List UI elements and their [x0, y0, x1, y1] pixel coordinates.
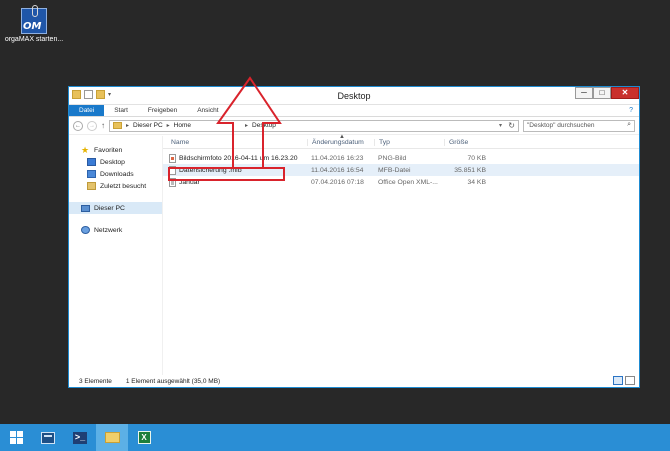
close-button[interactable]: ✕ — [611, 87, 639, 99]
chevron-right-icon: ▸ — [126, 123, 130, 129]
file-explorer-icon — [104, 432, 120, 443]
ribbon-tabs: Datei Start Freigeben Ansicht ? — [69, 105, 639, 117]
file-name: Bildschirmfoto 2016-04-11 um 16.23.20 — [179, 154, 298, 162]
title-bar: ▾ Desktop ─ □ ✕ — [69, 87, 639, 105]
item-count: 3 Elemente — [79, 377, 112, 385]
file-date: 11.04.2016 16:54 — [311, 166, 364, 174]
desktop-icon — [87, 158, 96, 166]
nav-item-label: Downloads — [100, 170, 134, 178]
status-bar: 3 Elemente 1 Element ausgewählt (35,0 MB… — [69, 375, 639, 387]
powershell-icon: >_ — [73, 431, 87, 444]
search-input[interactable]: "Desktop" durchsuchen ⌕ — [523, 119, 635, 132]
desktop-icon-orgamax[interactable]: OM orgaMAX starten... — [4, 5, 64, 43]
file-size: 35.851 KB — [454, 166, 486, 174]
taskbar: >_ X — [0, 424, 670, 451]
tab-freigeben[interactable]: Freigeben — [138, 105, 187, 116]
folder-icon — [113, 122, 122, 129]
file-type: PNG-Bild — [378, 154, 407, 162]
refresh-icon[interactable]: ↻ — [508, 121, 515, 130]
recent-places-icon — [87, 182, 96, 190]
forward-button[interactable]: → — [87, 120, 97, 131]
tab-datei[interactable]: Datei — [69, 105, 105, 116]
star-icon: ★ — [81, 145, 90, 155]
nav-favorites[interactable]: ★ Favoriten — [69, 144, 162, 156]
chevron-right-icon: ▸ — [245, 123, 249, 129]
png-file-icon — [169, 153, 176, 163]
nav-item-label: Desktop — [100, 158, 125, 166]
file-size: 34 KB — [467, 178, 486, 186]
sort-arrow-icon: ▲ — [339, 134, 345, 140]
taskbar-server-manager[interactable] — [32, 424, 64, 451]
up-button[interactable]: ↑ — [101, 121, 105, 130]
nav-network[interactable]: Netzwerk — [69, 224, 162, 236]
breadcrumb-desktop[interactable]: Desktop — [252, 122, 276, 129]
breadcrumb-home[interactable]: Home — [174, 122, 191, 129]
window-title: Desktop — [337, 91, 371, 101]
excel-icon: X — [137, 431, 151, 444]
nav-favorites-label: Favoriten — [94, 146, 123, 154]
computer-icon — [81, 204, 90, 212]
navigation-pane: ★ Favoriten Desktop Downloads Zuletzt be… — [69, 136, 163, 375]
search-icon[interactable]: ⌕ — [627, 121, 631, 129]
column-name[interactable]: Name — [163, 139, 307, 146]
file-type: MFB-Datei — [378, 166, 411, 174]
nav-item-downloads[interactable]: Downloads — [69, 168, 162, 180]
nav-item-desktop[interactable]: Desktop — [69, 156, 162, 168]
minimize-button[interactable]: ─ — [575, 87, 593, 99]
tab-start[interactable]: Start — [104, 105, 138, 116]
file-type: Office Open XML-... — [378, 178, 438, 186]
start-button[interactable] — [0, 424, 32, 451]
taskbar-file-explorer[interactable] — [96, 424, 128, 451]
taskbar-excel[interactable]: X — [128, 424, 160, 451]
help-icon[interactable]: ? — [629, 107, 633, 114]
nav-this-pc[interactable]: Dieser PC — [69, 202, 162, 214]
nav-item-label: Zuletzt besucht — [100, 182, 147, 190]
selection-info: 1 Element ausgewählt (35,0 MB) — [125, 377, 221, 385]
large-icons-view-button[interactable] — [625, 376, 635, 385]
nav-item-recent[interactable]: Zuletzt besucht — [69, 180, 162, 192]
nav-this-pc-label: Dieser PC — [94, 204, 125, 212]
taskbar-powershell[interactable]: >_ — [64, 424, 96, 451]
maximize-button[interactable]: □ — [593, 87, 611, 99]
breadcrumb-this-pc[interactable]: Dieser PC — [133, 122, 163, 129]
details-view-button[interactable] — [613, 376, 623, 385]
network-icon — [81, 226, 90, 234]
tab-ansicht[interactable]: Ansicht — [187, 105, 228, 116]
navigation-bar: ← → ↑ ▸ Dieser PC ▸ Home ▸ Desktop ▾ ↻ "… — [69, 117, 639, 135]
search-placeholder: "Desktop" durchsuchen — [527, 121, 595, 129]
address-bar[interactable]: ▸ Dieser PC ▸ Home ▸ Desktop ▾ ↻ — [109, 119, 519, 132]
server-manager-icon — [41, 431, 55, 444]
desktop-icon-label: orgaMAX starten... — [4, 36, 64, 43]
annotation-highlight-box — [168, 167, 285, 181]
windows-start-icon — [9, 431, 23, 444]
file-row[interactable]: Bildschirmfoto 2016-04-11 um 16.23.20 11… — [163, 152, 639, 164]
file-date: 07.04.2016 07:18 — [311, 178, 364, 186]
nav-network-label: Netzwerk — [94, 226, 123, 234]
column-size[interactable]: Größe — [444, 138, 486, 146]
chevron-right-icon: ▸ — [166, 123, 170, 129]
downloads-icon — [87, 170, 96, 178]
explorer-window: ▾ Desktop ─ □ ✕ Datei Start Freigeben An… — [68, 86, 640, 388]
file-date: 11.04.2016 16:23 — [311, 154, 364, 162]
column-type[interactable]: Typ — [374, 138, 444, 146]
chevron-down-icon[interactable]: ▾ — [499, 122, 502, 129]
file-size: 70 KB — [467, 154, 486, 162]
back-button[interactable]: ← — [73, 120, 83, 131]
orgamax-icon: OM — [21, 5, 47, 34]
column-headers: ▲ Name Änderungsdatum Typ Größe — [163, 134, 639, 149]
